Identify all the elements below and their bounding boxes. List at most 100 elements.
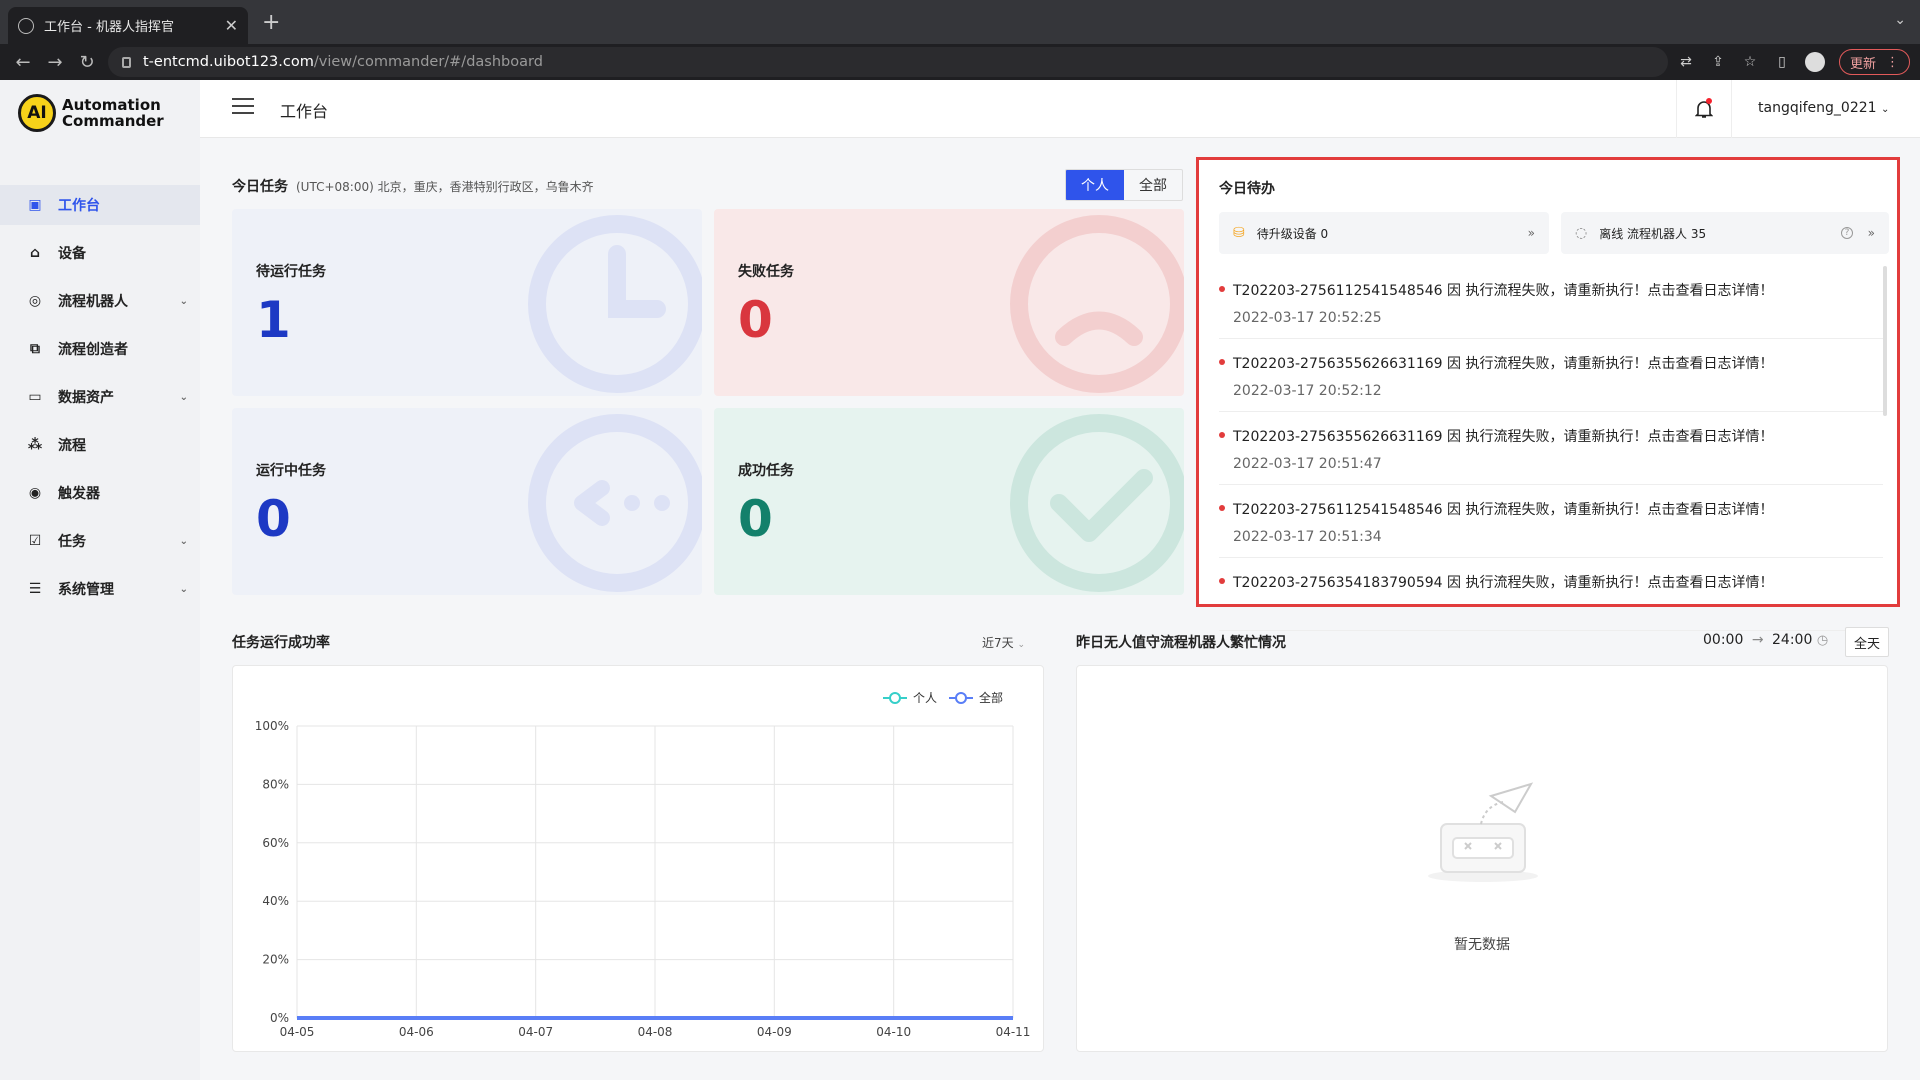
task-icon: ☑: [28, 533, 42, 549]
sidebar-item-6[interactable]: ◉ 触发器: [0, 473, 200, 513]
share-icon[interactable]: ⇪: [1709, 53, 1727, 71]
sidebar-item-3[interactable]: ⧉ 流程创造者: [0, 329, 200, 369]
running-tasks-card[interactable]: 运行中任务 0: [232, 408, 702, 595]
sidepanel-icon[interactable]: ▯: [1773, 53, 1791, 71]
sidebar-item-8[interactable]: ☰ 系统管理 ⌄: [0, 569, 200, 609]
todo-time: 2022-03-17 20:51:47: [1233, 456, 1382, 472]
card-value: 0: [738, 490, 773, 548]
range-select[interactable]: 近7天 ⌄: [982, 634, 1025, 651]
globe-icon: [18, 17, 34, 34]
sidebar-item-0[interactable]: ▣ 工作台: [0, 185, 200, 225]
clock-icon: ◷: [1816, 633, 1829, 648]
empty-box-icon: [1428, 782, 1538, 882]
pending-tasks-card[interactable]: 待运行任务 1: [232, 209, 702, 396]
logo[interactable]: AI Automation Commander: [18, 94, 164, 132]
card-value: 0: [256, 490, 291, 548]
success-rate-chart: 0% 20% 40% 60% 80% 100% 04-05 04-06 04-07 04-08 04…: [232, 665, 1044, 1052]
card-label: 待运行任务: [256, 264, 326, 280]
username: tangqifeng_0221: [1758, 100, 1877, 116]
notification-dot: [1706, 98, 1712, 104]
reload-icon[interactable]: ↻: [78, 52, 96, 73]
y-tick-label: 40%: [262, 894, 289, 908]
kebab-icon: ⋮: [1886, 54, 1899, 70]
todo-item[interactable]: T202203-2756355626631169 因 执行流程失败，请重新执行！…: [1219, 339, 1883, 412]
url-path: /view/commander/#/dashboard: [313, 54, 543, 70]
logo-mark: AI: [18, 94, 56, 132]
scope-all-button[interactable]: 全部: [1124, 170, 1182, 200]
sidebar-item-7[interactable]: ☑ 任务 ⌄: [0, 521, 200, 561]
allday-button[interactable]: 全天: [1845, 627, 1889, 657]
line-chart: 0% 20% 40% 60% 80% 100% 04-05 04-06 04-07 04-08 04…: [255, 690, 1031, 1039]
sidebar-item-5[interactable]: ⁂ 流程: [0, 425, 200, 465]
busy-title: 昨日无人值守流程机器人繁忙情况: [1076, 635, 1286, 651]
profile-icon[interactable]: [1804, 52, 1825, 72]
offline-robots-pill[interactable]: ◌ 离线 流程机器人 35 ? »: [1561, 212, 1889, 254]
todo-text: T202203-2756112541548546 因 执行流程失败，请重新执行！…: [1219, 280, 1883, 300]
time-start: 00:00: [1703, 632, 1744, 648]
browser-tab[interactable]: 工作台 - 机器人指挥官 ✕: [8, 7, 248, 44]
sidebar-item-2[interactable]: ◎ 流程机器人 ⌄: [0, 281, 200, 321]
creator-icon: ⧉: [30, 341, 40, 357]
todo-item[interactable]: T202203-2756112541548546 因 执行流程失败，请重新执行！…: [1219, 485, 1883, 558]
browser-tabstrip: 工作台 - 机器人指挥官 ✕ + ⌄: [0, 0, 1920, 44]
help-icon[interactable]: ?: [1841, 227, 1853, 239]
arrow-icon: →: [1751, 632, 1764, 648]
notification-button[interactable]: [1676, 80, 1732, 138]
success-tasks-card[interactable]: 成功任务 0: [714, 408, 1184, 595]
close-icon[interactable]: ✕: [225, 16, 238, 35]
lock-icon: [122, 56, 131, 68]
legend-label: 全部: [979, 690, 1003, 705]
y-tick-label: 100%: [255, 719, 289, 733]
y-tick-label: 80%: [262, 777, 289, 791]
update-label: 更新: [1849, 56, 1876, 72]
back-icon[interactable]: ←: [14, 52, 32, 73]
todo-time: 2022-03-17 20:51:34: [1233, 529, 1382, 545]
new-tab-icon[interactable]: +: [262, 10, 280, 35]
x-tick-label: 04-08: [638, 1025, 673, 1039]
time-range[interactable]: 00:00 → 24:00 ◷: [1703, 632, 1828, 648]
range-label: 近7天: [982, 636, 1014, 650]
x-tick-label: 04-09: [757, 1025, 792, 1039]
pill-label: 待升级设备 0: [1256, 226, 1329, 241]
robot-icon: ◎: [28, 293, 42, 309]
logo-line1: Automation: [62, 96, 161, 114]
collapse-menu-icon[interactable]: [232, 98, 254, 118]
flow-icon: ⁂: [27, 437, 43, 453]
chevron-down-icon: ⌄: [179, 535, 188, 547]
scope-switch: 个人 全部: [1065, 169, 1183, 201]
legend-label: 个人: [913, 691, 937, 705]
pending-upgrade-pill[interactable]: ⛁ 待升级设备 0 »: [1219, 212, 1549, 254]
sidebar-item-1[interactable]: ⌂ 设备: [0, 233, 200, 273]
chevron-down-icon: ⌄: [179, 583, 188, 595]
todo-item[interactable]: T202203-2756355626631169 因 执行流程失败，请重新执行！…: [1219, 412, 1883, 485]
top-header: 工作台 tangqifeng_0221 ⌄: [200, 80, 1920, 138]
busy-chart-panel: 暂无数据: [1076, 665, 1888, 1052]
double-chevron-icon: »: [1867, 226, 1875, 240]
todo-text: T202203-2756355626631169 因 执行流程失败，请重新执行！…: [1219, 426, 1883, 446]
update-button[interactable]: 更新 ⋮: [1838, 49, 1910, 75]
today-tasks-title: 今日任务 (UTC+08:00) 北京，重庆，香港特别行政区，乌鲁木齐: [232, 179, 594, 195]
time-end: 24:00: [1772, 632, 1813, 648]
sidebar-item-4[interactable]: ▭ 数据资产 ⌄: [0, 377, 200, 417]
x-tick-label: 04-05: [280, 1025, 315, 1039]
scope-personal-button[interactable]: 个人: [1066, 170, 1124, 200]
pill-label: 离线 流程机器人 35: [1599, 226, 1707, 241]
card-value: 1: [256, 291, 291, 349]
scrollbar[interactable]: [1883, 266, 1887, 416]
translate-icon[interactable]: ⇄: [1677, 53, 1695, 71]
sidebar-item-label: 系统管理: [58, 582, 114, 598]
sidebar-item-label: 数据资产: [58, 390, 114, 406]
y-tick-label: 20%: [262, 953, 289, 967]
user-menu[interactable]: tangqifeng_0221 ⌄: [1758, 100, 1889, 116]
empty-text: 暂无数据: [1454, 937, 1510, 953]
star-icon[interactable]: ☆: [1741, 53, 1759, 71]
address-bar[interactable]: t-entcmd.uibot123.com/view/commander/#/d…: [108, 47, 1668, 77]
todo-item[interactable]: T202203-2756112541548546 因 执行流程失败，请重新执行！…: [1219, 266, 1883, 339]
sidebar-item-label: 任务: [58, 534, 86, 550]
todo-item[interactable]: T202203-2756354183790594 因 执行流程失败，请重新执行！…: [1219, 558, 1883, 631]
chevron-down-icon[interactable]: ⌄: [1894, 12, 1906, 28]
page-title: 工作台: [280, 102, 329, 121]
forward-icon[interactable]: →: [46, 52, 64, 73]
failed-tasks-card[interactable]: 失败任务 0: [714, 209, 1184, 396]
success-rate-title: 任务运行成功率: [232, 635, 330, 651]
